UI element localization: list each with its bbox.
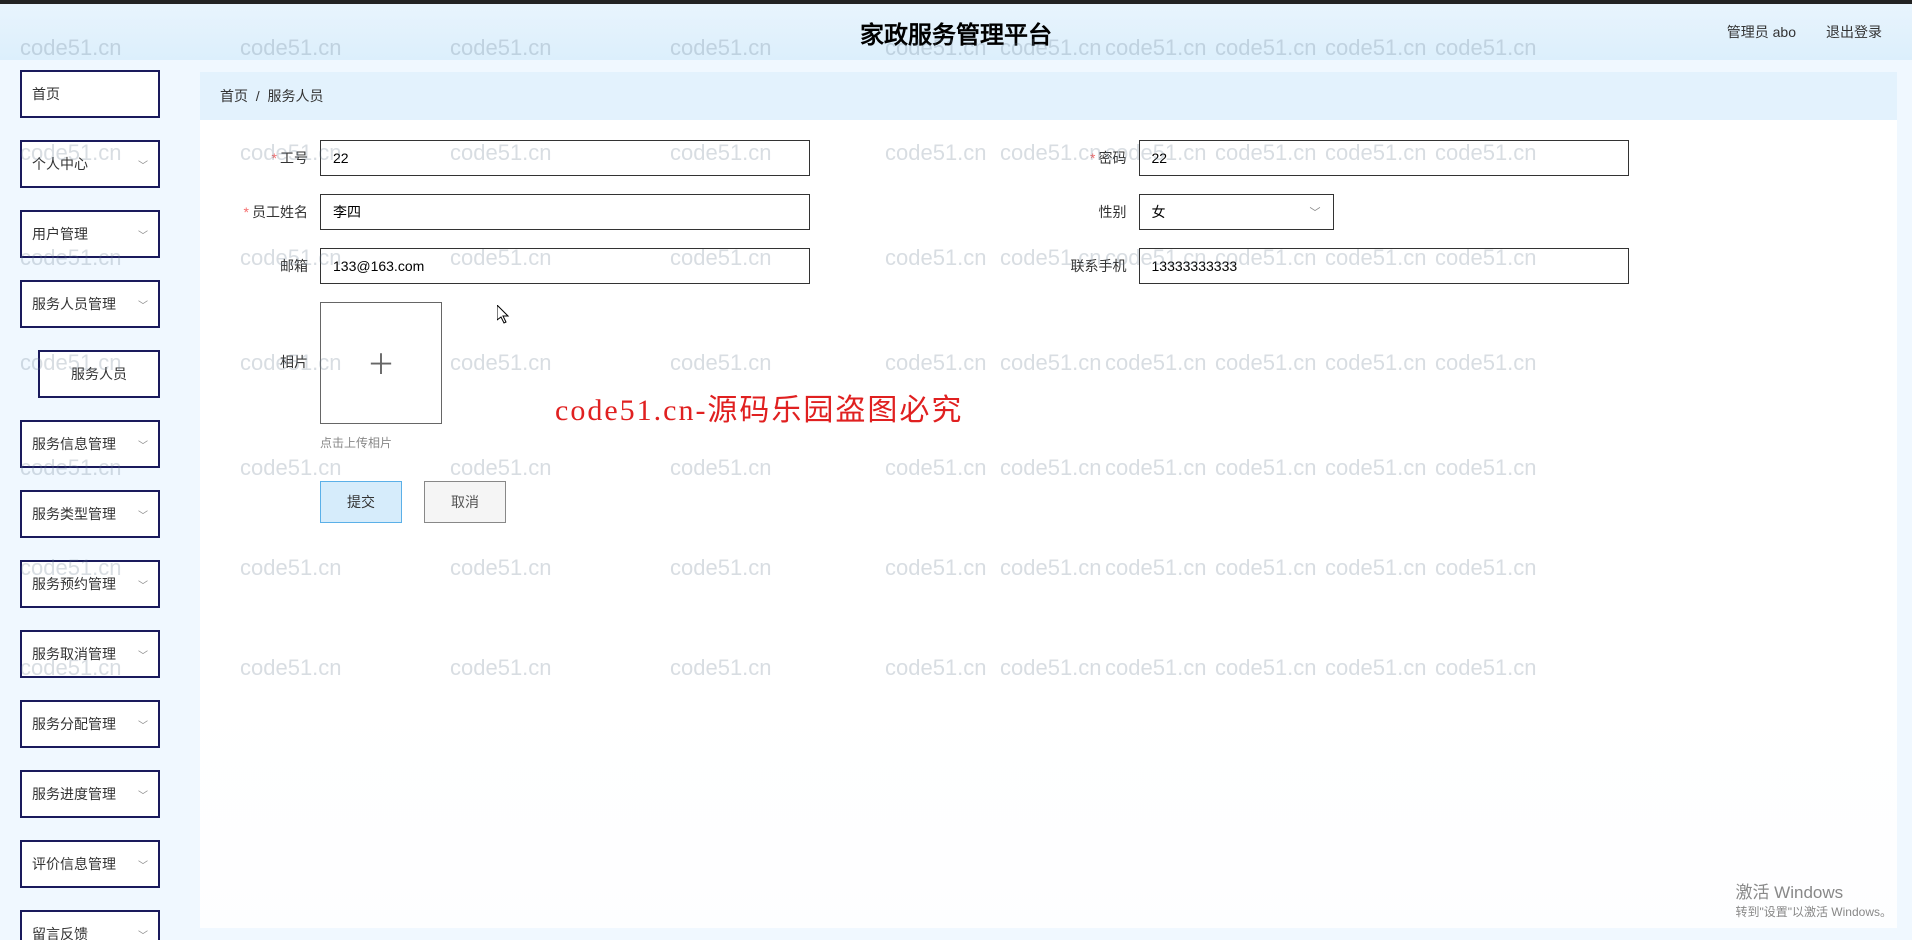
upload-photo[interactable]: ＋ bbox=[320, 302, 442, 424]
upload-hint: 点击上传相片 bbox=[320, 434, 442, 451]
chevron-down-icon: ﹀ bbox=[138, 647, 148, 662]
form: *工号 *密码 *员工姓名 性别 女 ﹀ bbox=[200, 120, 1897, 543]
sidebar: 首页 个人中心 ﹀ 用户管理 ﹀ 服务人员管理 ﹀ 服务人员 服务信息管理 ﹀ … bbox=[0, 60, 175, 940]
header: 家政服务管理平台 管理员 abo 退出登录 bbox=[0, 0, 1912, 60]
breadcrumb: 首页 / 服务人员 bbox=[200, 72, 1897, 120]
content-panel: 首页 / 服务人员 *工号 *密码 *员工姓名 bbox=[200, 72, 1897, 928]
sidebar-item-review[interactable]: 评价信息管理 ﹀ bbox=[20, 840, 160, 888]
sidebar-item-service-info[interactable]: 服务信息管理 ﹀ bbox=[20, 420, 160, 468]
chevron-down-icon: ﹀ bbox=[138, 157, 148, 172]
chevron-down-icon: ﹀ bbox=[138, 927, 148, 940]
sidebar-item-label: 留言反馈 bbox=[32, 924, 88, 940]
input-name[interactable] bbox=[320, 194, 810, 230]
label-email: 邮箱 bbox=[230, 256, 320, 276]
chevron-down-icon: ﹀ bbox=[138, 227, 148, 242]
breadcrumb-current: 服务人员 bbox=[267, 88, 323, 104]
label-photo: 相片 bbox=[230, 302, 320, 372]
sidebar-item-label: 服务分配管理 bbox=[32, 714, 116, 734]
sidebar-item-profile[interactable]: 个人中心 ﹀ bbox=[20, 140, 160, 188]
sidebar-item-feedback[interactable]: 留言反馈 ﹀ bbox=[20, 910, 160, 940]
sidebar-item-label: 服务预约管理 bbox=[32, 574, 116, 594]
chevron-down-icon: ﹀ bbox=[138, 787, 148, 802]
sidebar-item-service-type[interactable]: 服务类型管理 ﹀ bbox=[20, 490, 160, 538]
input-job-id[interactable] bbox=[320, 140, 810, 176]
chevron-down-icon: ﹀ bbox=[138, 507, 148, 522]
chevron-down-icon: ﹀ bbox=[138, 717, 148, 732]
label-password: *密码 bbox=[1049, 148, 1139, 168]
sidebar-item-label: 服务取消管理 bbox=[32, 644, 116, 664]
chevron-down-icon: ﹀ bbox=[138, 577, 148, 592]
sidebar-item-label: 个人中心 bbox=[32, 154, 88, 174]
sidebar-item-staff-mgmt[interactable]: 服务人员管理 ﹀ bbox=[20, 280, 160, 328]
label-gender: 性别 bbox=[1049, 202, 1139, 222]
input-password[interactable] bbox=[1139, 140, 1629, 176]
breadcrumb-home[interactable]: 首页 bbox=[220, 88, 248, 104]
sidebar-item-label: 服务人员 bbox=[71, 366, 127, 382]
sidebar-item-label: 服务进度管理 bbox=[32, 784, 116, 804]
plus-icon: ＋ bbox=[367, 343, 395, 383]
select-gender[interactable]: 女 ﹀ bbox=[1139, 194, 1334, 230]
breadcrumb-sep: / bbox=[256, 88, 260, 104]
input-email[interactable] bbox=[320, 248, 810, 284]
logout-link[interactable]: 退出登录 bbox=[1826, 22, 1882, 42]
label-job-id: *工号 bbox=[230, 148, 320, 168]
admin-label[interactable]: 管理员 abo bbox=[1727, 22, 1796, 42]
sidebar-item-assign[interactable]: 服务分配管理 ﹀ bbox=[20, 700, 160, 748]
chevron-down-icon: ﹀ bbox=[138, 437, 148, 452]
sidebar-subitem-staff[interactable]: 服务人员 bbox=[38, 350, 160, 398]
sidebar-item-cancel[interactable]: 服务取消管理 ﹀ bbox=[20, 630, 160, 678]
cancel-button[interactable]: 取消 bbox=[424, 481, 506, 523]
sidebar-item-label: 服务类型管理 bbox=[32, 504, 116, 524]
sidebar-item-progress[interactable]: 服务进度管理 ﹀ bbox=[20, 770, 160, 818]
sidebar-item-reservation[interactable]: 服务预约管理 ﹀ bbox=[20, 560, 160, 608]
chevron-down-icon: ﹀ bbox=[138, 297, 148, 312]
app-title: 家政服务管理平台 bbox=[860, 15, 1052, 50]
sidebar-item-users[interactable]: 用户管理 ﹀ bbox=[20, 210, 160, 258]
label-name: *员工姓名 bbox=[230, 202, 320, 222]
input-phone[interactable] bbox=[1139, 248, 1629, 284]
chevron-down-icon: ﹀ bbox=[1310, 204, 1321, 220]
sidebar-item-label: 服务信息管理 bbox=[32, 434, 116, 454]
label-phone: 联系手机 bbox=[1049, 256, 1139, 276]
select-gender-value: 女 bbox=[1152, 202, 1166, 222]
background-image bbox=[200, 688, 1897, 928]
header-right: 管理员 abo 退出登录 bbox=[1727, 22, 1882, 42]
sidebar-item-label: 首页 bbox=[32, 84, 60, 104]
submit-button[interactable]: 提交 bbox=[320, 481, 402, 523]
windows-activation-notice: 激活 Windows 转到"设置"以激活 Windows。 bbox=[1735, 878, 1892, 920]
sidebar-item-label: 服务人员管理 bbox=[32, 294, 116, 314]
sidebar-item-label: 评价信息管理 bbox=[32, 854, 116, 874]
chevron-down-icon: ﹀ bbox=[138, 857, 148, 872]
sidebar-item-home[interactable]: 首页 bbox=[20, 70, 160, 118]
sidebar-item-label: 用户管理 bbox=[32, 224, 88, 244]
